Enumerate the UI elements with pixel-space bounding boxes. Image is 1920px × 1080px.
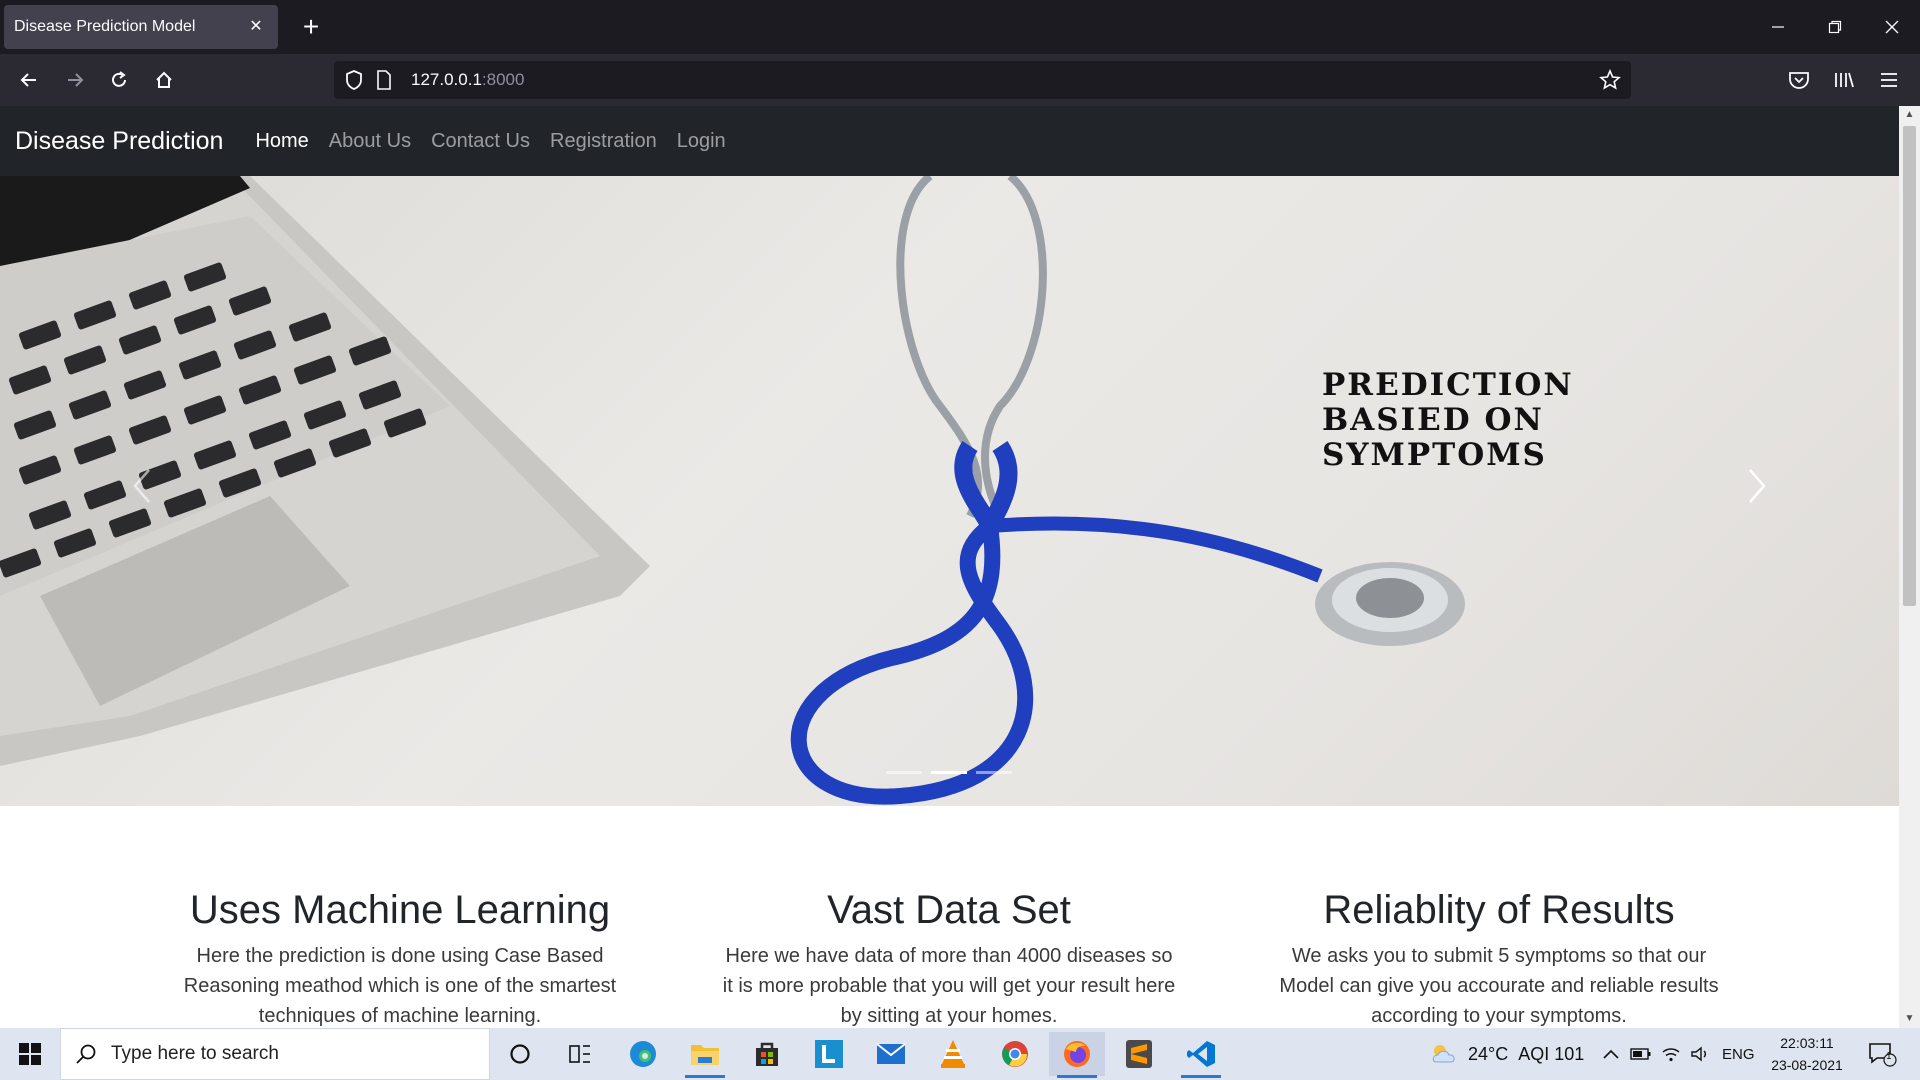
reload-icon[interactable] [102, 63, 136, 97]
battery-icon[interactable] [1630, 1028, 1652, 1080]
bookmark-star-icon[interactable] [1599, 68, 1621, 96]
restore-icon[interactable] [1815, 8, 1855, 46]
site-navbar: Disease Prediction Home About Us Contact… [0, 106, 1899, 176]
l-app-icon[interactable] [801, 1032, 857, 1076]
hero-carousel: PREDICTION BASIED ON SYMPTOMS [0, 176, 1899, 806]
chrome-icon[interactable] [987, 1032, 1043, 1076]
scroll-up-icon[interactable]: ▲ [1899, 106, 1920, 124]
url-text[interactable]: 127.0.0.1:8000 [411, 70, 524, 90]
scroll-thumb[interactable] [1903, 126, 1916, 606]
weather-aqi: AQI 101 [1518, 1043, 1585, 1064]
input-language[interactable]: ENG [1722, 1028, 1755, 1080]
wifi-icon[interactable] [1661, 1028, 1681, 1080]
mail-icon[interactable] [863, 1032, 919, 1076]
edge-icon[interactable] [615, 1032, 671, 1076]
browser-toolbar: 127.0.0.1:8000 [0, 54, 1920, 106]
tray-chevron-icon[interactable] [1602, 1028, 1620, 1080]
nav-about-us[interactable]: About Us [329, 130, 411, 153]
caption-line-3: SYMPTOMS [1322, 437, 1547, 473]
library-icon[interactable] [1827, 63, 1861, 97]
page-viewport: Disease Prediction Home About Us Contact… [0, 106, 1899, 1028]
weather-cloud-icon [1432, 1045, 1455, 1063]
windows-taskbar: Type here to search 24°C AQI 101 ENG 22:… [0, 1028, 1920, 1080]
tab-close-icon[interactable]: ✕ [246, 17, 266, 37]
weather-temp: 24°C [1468, 1043, 1509, 1064]
clock-time: 22:03:11 [1780, 1035, 1834, 1051]
menu-icon[interactable] [1872, 63, 1906, 97]
nav-contact-us[interactable]: Contact Us [431, 130, 530, 153]
page-scrollbar[interactable]: ▲ ▼ [1899, 106, 1920, 1028]
browser-tab[interactable]: Disease Prediction Model ✕ [4, 5, 278, 49]
pocket-icon[interactable] [1782, 63, 1816, 97]
feature-text: Here we have data of more than 4000 dise… [722, 945, 1176, 1027]
features-section: Uses Machine Learning Here the predictio… [0, 806, 1899, 1028]
caption-line-2: BASIED ON [1322, 402, 1544, 438]
windows-start-icon[interactable] [0, 1028, 60, 1080]
clock-date: 23-08-2021 [1771, 1057, 1843, 1073]
file-explorer-icon[interactable] [677, 1032, 733, 1078]
taskbar-search-box[interactable]: Type here to search [60, 1028, 490, 1080]
laptop-image [0, 176, 650, 766]
cortana-icon[interactable] [492, 1032, 548, 1076]
home-icon[interactable] [147, 63, 181, 97]
feature-machine-learning: Uses Machine Learning Here the predictio… [150, 888, 650, 1028]
stethoscope-image [790, 176, 1465, 805]
weather-widget[interactable]: 24°C AQI 101 [1430, 1028, 1584, 1080]
notifications-icon[interactable]: 1 [1868, 1028, 1898, 1080]
taskbar-clock[interactable]: 22:03:11 23-08-2021 [1765, 1032, 1849, 1076]
tab-title: Disease Prediction Model [14, 18, 196, 35]
nav-login[interactable]: Login [677, 130, 726, 153]
carousel-next-icon[interactable] [1737, 456, 1777, 516]
site-brand[interactable]: Disease Prediction [15, 127, 223, 156]
store-icon[interactable] [739, 1032, 795, 1076]
sublime-text-icon[interactable] [1111, 1032, 1167, 1076]
scroll-down-icon[interactable]: ▼ [1899, 1010, 1920, 1028]
feature-title: Vast Data Set [827, 888, 1071, 932]
volume-icon[interactable] [1690, 1028, 1710, 1080]
carousel-indicator-3[interactable] [976, 771, 1012, 774]
back-icon[interactable] [12, 63, 46, 97]
close-window-icon[interactable] [1872, 8, 1912, 46]
task-view-icon[interactable] [552, 1032, 608, 1076]
carousel-prev-icon[interactable] [122, 456, 162, 516]
search-icon [76, 1044, 96, 1064]
browser-tab-bar: Disease Prediction Model ✕ + [0, 0, 1920, 54]
carousel-indicator-1[interactable] [886, 771, 922, 774]
nav-registration[interactable]: Registration [550, 130, 657, 153]
minimize-icon[interactable] [1758, 8, 1798, 46]
forward-icon[interactable] [58, 63, 92, 97]
feature-vast-data-set: Vast Data Set Here we have data of more … [699, 888, 1199, 1028]
feature-text: We asks you to submit 5 symptoms so that… [1279, 945, 1719, 1027]
shield-icon[interactable] [344, 69, 364, 96]
notification-count: 1 [1886, 1051, 1892, 1062]
url-bar[interactable]: 127.0.0.1:8000 [334, 61, 1631, 99]
search-placeholder: Type here to search [111, 1043, 279, 1064]
feature-title: Reliablity of Results [1323, 888, 1675, 932]
page-icon [376, 70, 392, 95]
feature-title: Uses Machine Learning [189, 888, 611, 932]
carousel-indicator-2[interactable] [931, 771, 967, 774]
nav-home[interactable]: Home [255, 130, 308, 153]
feature-reliability: Reliablity of Results We asks you to sub… [1249, 888, 1749, 1028]
hero-caption: PREDICTION BASIED ON SYMPTOMS [1322, 368, 1682, 473]
caption-line-1: PREDICTION [1322, 367, 1574, 403]
firefox-icon[interactable] [1049, 1032, 1105, 1078]
feature-text: Here the prediction is done using Case B… [183, 945, 617, 1027]
new-tab-button[interactable]: + [294, 10, 328, 44]
vscode-icon[interactable] [1173, 1032, 1229, 1078]
vlc-icon[interactable] [925, 1032, 981, 1076]
